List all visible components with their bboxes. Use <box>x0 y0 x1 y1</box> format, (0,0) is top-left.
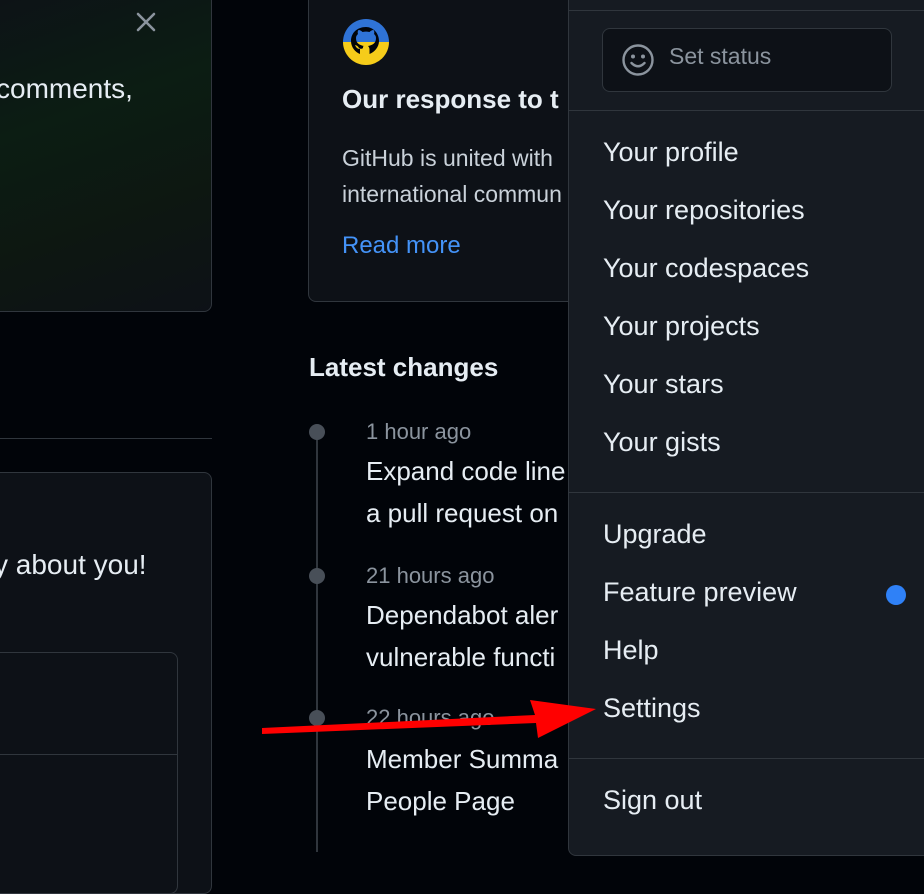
menu-divider <box>569 758 924 759</box>
timeline-line <box>316 432 318 852</box>
timeline-dot <box>309 710 325 726</box>
close-icon[interactable] <box>133 9 159 35</box>
change-title[interactable]: Dependabot aler vulnerable functi <box>366 594 558 678</box>
change-time: 22 hours ago <box>366 705 495 730</box>
menu-divider <box>569 492 924 493</box>
menu-item-feature-preview[interactable]: Feature preview <box>603 577 797 608</box>
left-profile-text: y about you! <box>0 549 147 580</box>
read-more-link[interactable]: Read more <box>342 232 461 260</box>
menu-item-upgrade[interactable]: Upgrade <box>603 519 707 550</box>
announcement-body-line: GitHub is united with <box>342 145 553 171</box>
change-title[interactable]: Expand code line a pull request on <box>366 450 565 534</box>
timeline-dot <box>309 424 325 440</box>
menu-divider <box>569 110 924 111</box>
set-status-label: Set status <box>669 43 772 69</box>
left-inner-box <box>0 652 178 894</box>
smiley-icon <box>622 44 654 76</box>
menu-item-settings[interactable]: Settings <box>603 693 701 724</box>
change-title-line: a pull request on <box>366 498 559 528</box>
timeline-dot <box>309 568 325 584</box>
octocat-icon <box>343 19 389 65</box>
change-title-line: Member Summa <box>366 744 559 774</box>
menu-item-your-projects[interactable]: Your projects <box>603 311 760 342</box>
feature-preview-indicator <box>886 585 906 605</box>
menu-item-your-gists[interactable]: Your gists <box>603 427 721 458</box>
left-inner-divider <box>0 754 177 755</box>
left-feed-card <box>0 0 212 312</box>
set-status-button[interactable]: Set status <box>602 28 892 92</box>
left-divider <box>0 438 212 439</box>
announcement-body: GitHub is united with international comm… <box>342 140 562 212</box>
menu-item-your-profile[interactable]: Your profile <box>603 137 739 168</box>
latest-changes-heading: Latest changes <box>309 352 499 382</box>
menu-item-your-repositories[interactable]: Your repositories <box>603 195 805 226</box>
change-title-line: Expand code line <box>366 456 566 486</box>
announcement-body-line: international commun <box>342 181 562 207</box>
menu-item-sign-out[interactable]: Sign out <box>603 785 702 816</box>
announcement-title: Our response to t <box>342 84 559 114</box>
change-time: 1 hour ago <box>366 419 472 444</box>
change-title[interactable]: Member Summa People Page <box>366 738 558 822</box>
change-title-line: vulnerable functi <box>366 642 556 672</box>
menu-divider <box>569 10 924 11</box>
menu-item-your-stars[interactable]: Your stars <box>603 369 724 400</box>
menu-item-help[interactable]: Help <box>603 635 659 666</box>
menu-item-your-codespaces[interactable]: Your codespaces <box>603 253 809 284</box>
change-title-line: Dependabot aler <box>366 600 559 630</box>
change-title-line: People Page <box>366 786 515 816</box>
change-time: 21 hours ago <box>366 563 495 588</box>
left-card-text: comments, <box>0 73 133 104</box>
